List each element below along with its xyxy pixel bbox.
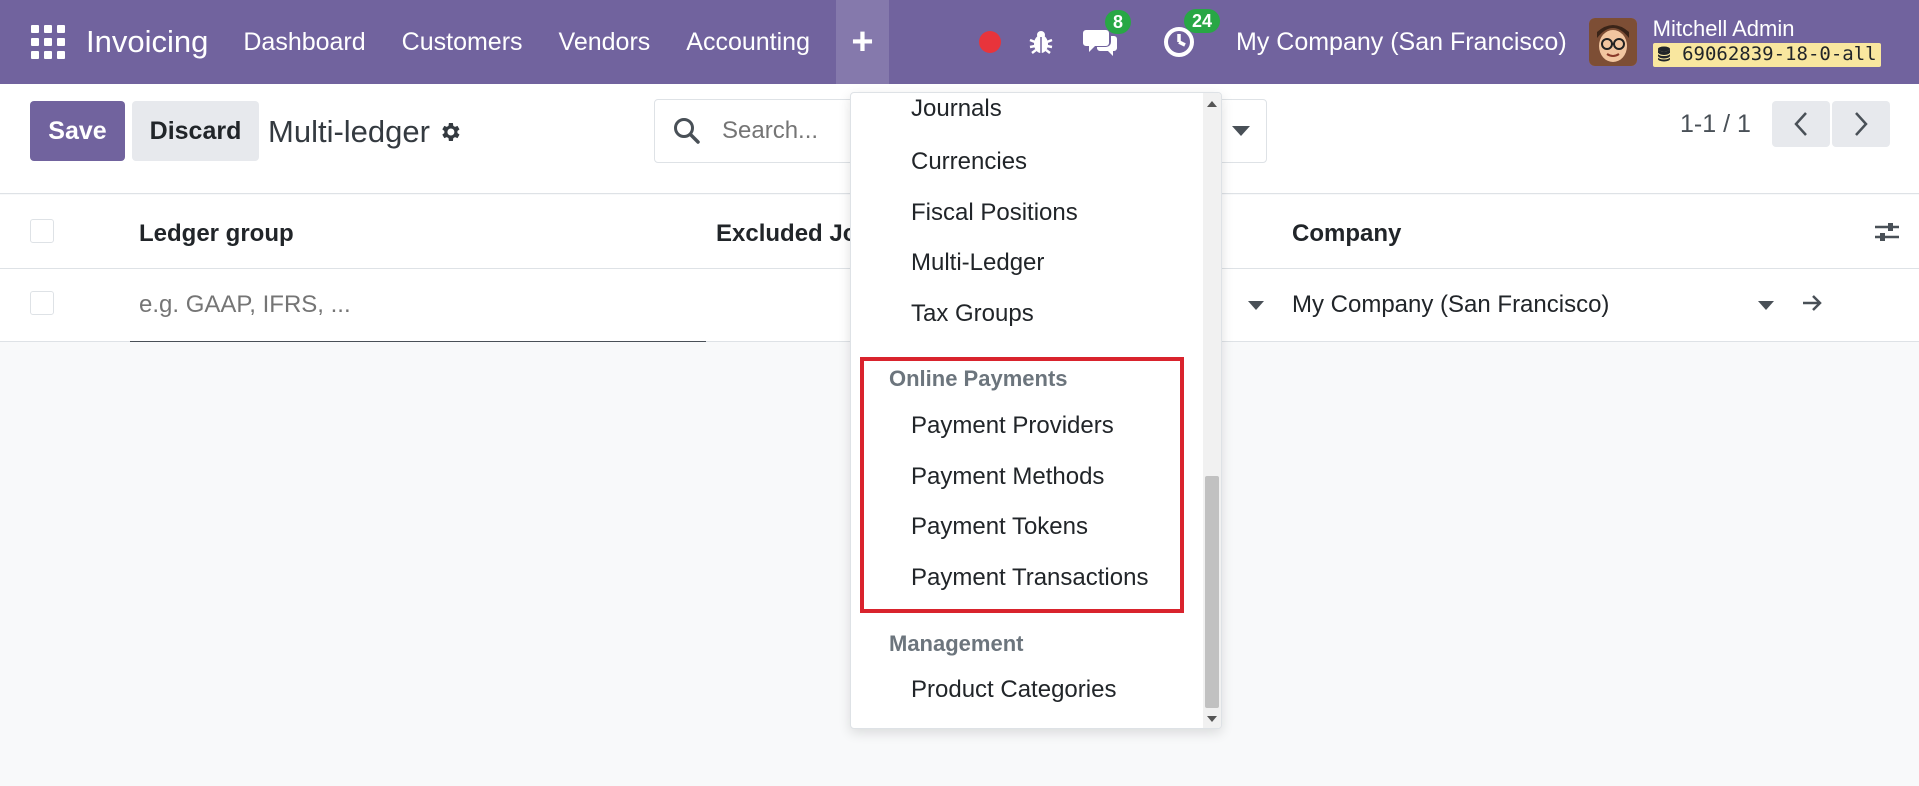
scrollbar-thumb[interactable] [1205,476,1219,708]
apps-menu-icon[interactable] [31,25,65,59]
chat-icon[interactable]: 8 [1083,10,1132,58]
nav-dashboard[interactable]: Dashboard [225,0,383,84]
database-icon [1657,46,1671,62]
chat-count-badge: 8 [1105,10,1132,34]
nav-plus-menu[interactable]: + [836,0,889,84]
configuration-dropdown: Journals Currencies Fiscal Positions Mul… [850,92,1222,729]
column-excluded-journals[interactable]: Excluded Jo [716,220,857,248]
menu-item-product-categories[interactable]: Product Categories [911,676,1116,704]
column-company[interactable]: Company [1292,220,1401,248]
record-icon[interactable] [979,31,1001,53]
save-button[interactable]: Save [30,101,125,161]
discard-button[interactable]: Discard [132,101,259,161]
chevron-left-icon [1794,112,1807,136]
nav-accounting[interactable]: Accounting [668,0,828,84]
dropdown-scrollbar[interactable] [1203,93,1221,728]
company-caret-icon[interactable] [1758,301,1774,310]
scroll-up-arrow-icon[interactable] [1207,101,1217,107]
user-name: Mitchell Admin [1652,15,1795,41]
activity-clock-icon[interactable]: 24 [1162,9,1221,59]
arrow-right-icon[interactable] [1800,291,1824,315]
excluded-journals-caret-icon[interactable] [1248,301,1264,310]
row-checkbox[interactable] [30,291,54,315]
pager-next-button[interactable] [1832,101,1890,147]
search-icon [674,118,700,144]
app-brand[interactable]: Invoicing [86,24,208,60]
menu-item-tax-groups[interactable]: Tax Groups [911,300,1034,328]
page-title-text: Multi-ledger [268,114,430,149]
pager-previous-button[interactable] [1772,101,1830,147]
ledger-group-field[interactable] [130,269,706,342]
highlight-online-payments [860,357,1184,613]
section-management: Management [889,631,1024,656]
search-options-caret-icon[interactable] [1232,126,1250,136]
menu-item-fiscal-positions[interactable]: Fiscal Positions [911,199,1078,227]
page-title: Multi-ledger [268,114,462,150]
select-all-checkbox[interactable] [30,219,54,243]
gear-icon[interactable] [438,120,462,144]
top-navbar: Invoicing Dashboard Customers Vendors Ac… [0,0,1919,84]
activity-count-badge: 24 [1184,9,1221,33]
user-menu[interactable]: Mitchell Admin 69062839-18-0-all [1652,15,1881,68]
company-field[interactable]: My Company (San Francisco) [1292,291,1609,319]
menu-item-journals[interactable]: Journals [911,95,1002,123]
menu-item-currencies[interactable]: Currencies [911,148,1027,176]
debug-bug-icon[interactable] [1027,28,1055,56]
user-avatar[interactable] [1588,18,1637,66]
column-ledger-group[interactable]: Ledger group [139,220,294,248]
nav-vendors[interactable]: Vendors [541,0,669,84]
nav-customers[interactable]: Customers [384,0,541,84]
database-name: 69062839-18-0-all [1682,43,1877,66]
ledger-group-input[interactable] [139,291,639,319]
pager-value[interactable]: 1-1 / 1 [1680,110,1751,139]
menu-item-multi-ledger[interactable]: Multi-Ledger [911,249,1044,277]
database-badge: 69062839-18-0-all [1652,43,1881,68]
scroll-down-arrow-icon[interactable] [1207,716,1217,722]
company-switcher[interactable]: My Company (San Francisco) [1236,28,1567,57]
optional-columns-icon[interactable] [1872,217,1902,247]
chevron-right-icon [1855,112,1868,136]
